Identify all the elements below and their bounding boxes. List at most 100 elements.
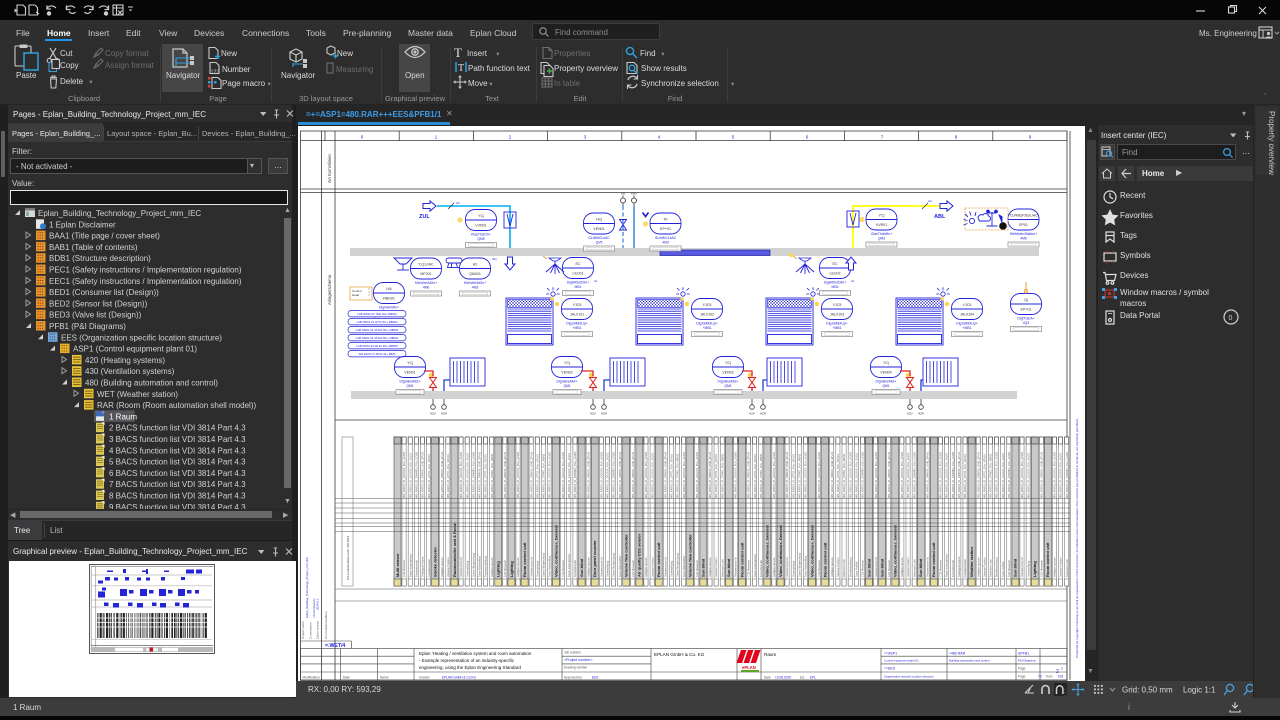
svg-text:DigInArrMtn+: DigInArrMtn+ (379, 306, 399, 310)
svg-text:480_RAR01_01_LPT01_RU+_VEN01: 480_RAR01_01_LPT01_RU+_VEN01 (982, 454, 986, 498)
svg-text:Betriebsmeldung: Betriebsmeldung (848, 557, 852, 577)
svg-text:Eplan_Building_Technology_Proj: Eplan_Building_Technology_Project_mm_IEC (38, 209, 201, 218)
svg-text:Logic 1:1: Logic 1:1 (1183, 686, 1216, 695)
svg-text:Jalousie Position: Jalousie Position (1059, 557, 1063, 577)
svg-text:Taste 'Klicken/Bed.': Taste 'Klicken/Bed.' (804, 554, 808, 577)
svg-text:PFB1 (P&I Diagrams): PFB1 (P&I Diagrams) (49, 322, 126, 331)
svg-text:Helligkeit aussen: Helligkeit aussen (900, 557, 904, 577)
svg-text:Volume flow controller: Volume flow controller (624, 534, 629, 577)
svg-text:Szene 'Besprechung': Szene 'Besprechung' (676, 552, 680, 577)
svg-text:Date: Date (764, 676, 771, 680)
svg-text:LAB SW01 01 THE RU+ RB001: LAB SW01 01 THE RU+ RB001 (357, 312, 397, 316)
svg-text:480_RAR01_01_STW01_RU+_RB001: 480_RAR01_01_STW01_RU+_RB001 (989, 453, 993, 498)
svg-text:YJC5: YJC5 (573, 303, 582, 307)
svg-text:CO2 Messwert: CO2 Messwert (747, 560, 751, 577)
svg-text:8 BACS function list VDI 3814: 8 BACS function list VDI 3814 Part 4.3 (109, 492, 246, 501)
svg-text:Helligkeit aussen: Helligkeit aussen (1053, 557, 1057, 577)
svg-text:Stoermeldung: Stoermeldung (1026, 560, 1030, 577)
svg-text:EP+01: EP+01 (1021, 308, 1032, 312)
svg-text:4M3: 4M3 (472, 286, 479, 290)
svg-text:HZR: HZR (601, 412, 607, 416)
svg-text:Room control unit: Room control unit (522, 542, 527, 577)
svg-text:480_RAR01_01_JALXXX_RU+_JAL01: 480_RAR01_01_JALXXX_RU+_JAL01 (906, 452, 910, 498)
svg-text:GA-Funktionsaufbau: GA-Funktionsaufbau (324, 611, 328, 639)
svg-text:QM001: QM001 (469, 272, 481, 276)
svg-text:A2: A2 (473, 263, 477, 267)
svg-text:HZV: HZV (907, 412, 913, 416)
svg-text:DigValveMot+: DigValveMot+ (718, 380, 739, 384)
svg-text:Szene 'Besprechung': Szene 'Besprechung' (542, 552, 546, 577)
svg-text:ASP1 (Control equipment plant: ASP1 (Control equipment plant 01) (73, 345, 197, 354)
svg-text:DigJalMotUp+: DigJalMotUp+ (696, 322, 717, 326)
svg-text:4 BACS function list VDI 3814: 4 BACS function list VDI 3814 Part 4.3 (109, 446, 246, 455)
svg-text:Stellsignal Heizen: Stellsignal Heizen (421, 556, 425, 577)
svg-text:Lighting: Lighting (496, 561, 501, 577)
svg-text:6 BACS function list VDI 3814: 6 BACS function list VDI 3814 Part 4.3 (109, 469, 246, 478)
svg-text:HZV: HZV (749, 412, 755, 416)
svg-text:Head: Head (352, 293, 360, 297)
svg-text:Air quality CO2 sensor: Air quality CO2 sensor (637, 533, 642, 577)
svg-text:YCj: YCj (478, 214, 484, 218)
svg-text:LAB SW01 01 LPT1 RU+ RB002: LAB SW01 01 LPT1 RU+ RB002 (357, 320, 398, 324)
svg-text:HCj: HCj (596, 218, 602, 222)
svg-text:Room control unit: Room control unit (823, 542, 828, 577)
svg-text:Fensterkontakt: Fensterkontakt (951, 560, 955, 577)
svg-text:Jalousie Position: Jalousie Position (446, 557, 450, 577)
svg-text:HZV: HZV (590, 412, 596, 416)
svg-text:Protected by copyright. Passin: Protected by copyright. Passing on as we… (1075, 418, 1079, 658)
svg-text:MF001: MF001 (420, 272, 431, 276)
svg-text:MB1: MB1 (575, 285, 582, 289)
svg-text:4Dj: 4Dj (492, 257, 497, 261)
svg-text:LAB SW01 01 STA01 RU+ RB003: LAB SW01 01 STA01 RU+ RB003 (356, 328, 399, 332)
svg-text:480_RAR01_01_DIMMEN_RU+_LEU01: 480_RAR01_01_DIMMEN_RU+_LEU01 (1007, 451, 1011, 498)
svg-text:480_RAR01_01_XXXXXX_RU+_XXX01: 480_RAR01_01_XXXXXX_RU+_XXX01 (804, 451, 808, 498)
svg-text:Jalousie Position: Jalousie Position (982, 557, 986, 577)
svg-text:Sun blind: Sun blind (918, 558, 923, 577)
svg-text:CO2 Messwert: CO2 Messwert (503, 560, 507, 577)
svg-text:Building automation and contro: Building automation and control (949, 659, 990, 663)
svg-text:Volumenstrom Ist: Volumenstrom Ist (663, 557, 667, 577)
svg-text:JAL0101: JAL0101 (570, 313, 584, 317)
svg-text:QM1: QM1 (563, 384, 570, 388)
svg-text:DigITGEA+: DigITGEA+ (1017, 317, 1034, 321)
svg-text:DigJalMotUp+: DigJalMotUp+ (956, 322, 977, 326)
svg-text:Dimmwert Licht: Dimmwert Licht (989, 559, 993, 577)
svg-text:Video, continuous, General: Video, continuous, General (809, 525, 814, 577)
svg-text:Szene 'Besprechung': Szene 'Besprechung' (471, 552, 475, 577)
svg-text:PEC1 (Safety instructions / Im: PEC1 (Safety instructions / Implementati… (49, 266, 242, 275)
svg-text:Sun blind: Sun blind (866, 558, 871, 577)
svg-text:Video, continuous, General: Video, continuous, General (553, 525, 558, 577)
svg-text:Multi sensor: Multi sensor (395, 553, 400, 577)
svg-text:Raum-Isttemperatur: Raum-Isttemperatur (753, 554, 757, 577)
svg-text:KlimVertAtOn+: KlimVertAtOn+ (415, 281, 437, 285)
svg-text:Page: Page (1018, 675, 1026, 679)
svg-text:480_RAR01_01_XXXXXX_RU+_XXX01: 480_RAR01_01_XXXXXX_RU+_XXX01 (734, 451, 738, 498)
svg-text:480_RAR01_01_STW01_RU+_RB001: 480_RAR01_01_STW01_RU+_RB001 (542, 453, 546, 498)
svg-text:480_RAR01_01_DIMMEN_RU+_LEU01: 480_RAR01_01_DIMMEN_RU+_LEU01 (861, 451, 865, 498)
svg-text:Stoermeldung: Stoermeldung (791, 560, 795, 577)
svg-text:CO2 Messwert: CO2 Messwert (939, 560, 943, 577)
svg-text:BED1 (Consumer list (Design)): BED1 (Consumer list (Design)) (49, 288, 159, 297)
svg-text:CO2 Messwert: CO2 Messwert (1007, 560, 1011, 577)
svg-text:480_RAR01_01_LPT01_RU+_VEN01: 480_RAR01_01_LPT01_RU+_VEN01 (446, 454, 450, 498)
svg-text:CO2 Messwert: CO2 Messwert (1039, 560, 1043, 577)
svg-text:CO2 Messwert: CO2 Messwert (887, 560, 891, 577)
svg-text:HZR: HZR (760, 412, 766, 416)
svg-text:108: 108 (1058, 675, 1064, 679)
svg-text:Lamellenwinkel: Lamellenwinkel (963, 559, 967, 577)
svg-text:480_RAR01_01_LPT01_RU+_VEN01: 480_RAR01_01_LPT01_RU+_VEN01 (484, 454, 488, 498)
svg-text:KlimVertAtOn+: KlimVertAtOn+ (464, 281, 486, 285)
svg-text:Jalousie Position: Jalousie Position (906, 557, 910, 577)
svg-text:480_RAR01_01_STW01_RU+_RB001: 480_RAR01_01_STW01_RU+_RB001 (759, 453, 763, 498)
svg-text:480_RAR01_01_DRK001_ILME_EP+01: 480_RAR01_01_DRK001_ILME_EP+01 (976, 451, 980, 498)
svg-text:Qj: Qj (1024, 298, 1028, 302)
svg-text:CO2 Messwert: CO2 Messwert (817, 560, 821, 577)
svg-text:480_RAR01_01_LPT01_RU+_VEN01: 480_RAR01_01_LPT01_RU+_VEN01 (791, 454, 795, 498)
svg-text:Ed.: Ed. (800, 676, 805, 680)
svg-text:Fensterkontakt: Fensterkontakt (759, 560, 763, 577)
svg-text:CO2 Messwert: CO2 Messwert (402, 560, 406, 577)
svg-text:EC: EC (833, 262, 838, 266)
svg-text:EPL: EPL (810, 676, 816, 680)
svg-text:5 BACS function list VDI 3814: 5 BACS function list VDI 3814 Part 4.3 (109, 458, 246, 467)
svg-text:480_RAR01_01_DIMMEN_RU+_LEU01: 480_RAR01_01_DIMMEN_RU+_LEU01 (612, 451, 616, 498)
